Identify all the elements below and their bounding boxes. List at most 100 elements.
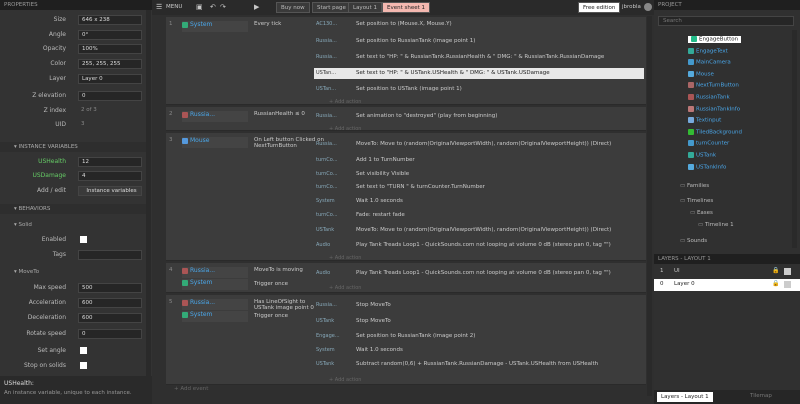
event-sheet-tab[interactable]: Event sheet 1 (382, 2, 431, 13)
menu-button[interactable]: MENU (166, 4, 182, 10)
instance-var-value[interactable]: 12 (78, 157, 142, 167)
project-scrollbar[interactable] (792, 30, 797, 248)
action-row[interactable]: Russia... Set animation to "destroyed" (p… (314, 111, 644, 122)
prop-value[interactable]: 0 (78, 91, 142, 101)
project-folder[interactable]: ▭ Sounds (680, 238, 707, 244)
project-item[interactable]: MainCamera (688, 59, 731, 66)
layer-visible-checkbox[interactable] (784, 281, 791, 288)
start-page-tab[interactable]: Start page (312, 2, 351, 13)
prop-value[interactable]: Layer 0 (78, 74, 142, 84)
enabled-checkbox[interactable] (80, 236, 87, 243)
condition-object[interactable]: System (182, 311, 248, 322)
project-item[interactable]: TiledBackground (688, 128, 742, 135)
project-search-input[interactable]: Search (658, 16, 794, 26)
action-row[interactable]: System Wait 1.0 seconds (314, 345, 644, 356)
prop-value[interactable]: 646 x 238 (78, 15, 142, 25)
project-folder[interactable]: ▭ Families (680, 183, 709, 189)
condition-object[interactable]: Mouse (182, 137, 248, 148)
action-row[interactable]: System Wait 1.0 seconds (314, 196, 644, 207)
project-folder[interactable]: ▭ Timelines (680, 198, 713, 204)
event-block[interactable]: 3 Mouse On Left button Clicked on NextTurn… (166, 133, 646, 261)
play-icon[interactable]: ▶ (254, 3, 259, 11)
project-folder[interactable]: ▭ Eases (690, 210, 713, 216)
instance-vars-header[interactable]: ▾ INSTANCE VARIABLES (0, 142, 146, 152)
prop-value[interactable]: 255, 255, 255 (78, 59, 142, 69)
action-row[interactable]: Russia... Stop MoveTo (314, 300, 644, 311)
add-action-link[interactable]: + Add action (329, 126, 361, 132)
project-item[interactable]: Textinput (688, 117, 721, 124)
save-icon[interactable]: ▣ (196, 3, 203, 11)
project-item[interactable]: Mouse (688, 70, 714, 77)
condition-object[interactable]: Russia... (182, 111, 248, 122)
moveto-prop-value[interactable]: 0 (78, 329, 142, 339)
free-edition-badge[interactable]: Free edition (578, 2, 621, 13)
lock-icon[interactable]: 🔒 (772, 280, 779, 287)
undo-icon[interactable]: ↶ (210, 3, 216, 11)
event-block[interactable]: 2 Russia... RussianHealth ≤ 0 Russia... Set … (166, 107, 646, 132)
condition-object[interactable]: Russia... (182, 267, 248, 278)
layer-row[interactable]: 0 Layer 0 🔒 (654, 279, 800, 291)
action-row[interactable]: USTank MoveTo: Move to (random(OriginalVi… (314, 225, 644, 236)
project-folder[interactable]: ▭ Timeline 1 (698, 222, 734, 228)
solid-behavior-header[interactable]: ▾ Solid (0, 220, 146, 230)
condition-object[interactable]: System (182, 279, 248, 290)
add-action-link[interactable]: + Add action (329, 255, 361, 261)
action-row[interactable]: AC130... Set position to (Mouse.X, Mouse.… (314, 19, 644, 30)
project-item[interactable]: USTank (688, 152, 716, 159)
layout-tab[interactable]: Layout 1 (348, 2, 382, 13)
action-row[interactable]: turnCo... Set text to "TURN " & turnCount… (314, 182, 644, 193)
moveto-prop-value[interactable]: 500 (78, 283, 142, 293)
stop-on-solids-checkbox[interactable] (80, 362, 87, 369)
add-action-link[interactable]: + Add action (329, 285, 361, 291)
project-item[interactable]: EngageButton (688, 36, 742, 43)
project-item[interactable]: NextTurnButton (688, 82, 739, 89)
add-action-link[interactable]: + Add action (329, 99, 361, 105)
condition-object[interactable]: System (182, 21, 248, 32)
set-angle-checkbox[interactable] (80, 347, 87, 354)
layer-visible-checkbox[interactable] (784, 268, 791, 275)
moveto-prop-value[interactable]: 600 (78, 298, 142, 308)
buy-now-button[interactable]: Buy now (276, 2, 310, 13)
event-block[interactable]: 5 Russia... Has LineOfSight to USTank imag… (166, 295, 646, 385)
action-row[interactable]: USTan... Set text to "HP: " & USTank.USHe… (314, 68, 644, 79)
lock-icon[interactable]: 🔒 (772, 267, 779, 274)
action-row[interactable]: turnCo... Set visibility Visible (314, 169, 644, 180)
event-block[interactable]: 1 System Every tick AC130... Set position to… (166, 17, 646, 105)
project-item[interactable]: EngageText (688, 47, 728, 54)
project-item[interactable]: RussianTankInfo (688, 105, 740, 112)
behaviors-header[interactable]: ▾ BEHAVIORS (0, 204, 146, 214)
tilemap-tab[interactable]: Tilemap (750, 393, 772, 399)
layer-row[interactable]: 1 UI 🔒 (654, 266, 800, 278)
tags-input[interactable] (78, 250, 142, 260)
prop-value[interactable]: 0° (78, 30, 142, 40)
action-row[interactable]: Engage... Set position to RussianTank (im… (314, 331, 644, 342)
instance-var-value[interactable]: 4 (78, 171, 142, 181)
action-row[interactable]: Audio Play Tank Treads Loop1 - QuickSound… (314, 240, 644, 251)
event-scrollbar[interactable] (647, 16, 652, 396)
project-item[interactable]: RussianTank (688, 94, 730, 101)
menu-icon[interactable]: ☰ (156, 3, 162, 11)
event-block[interactable]: 4 Russia... MoveTo is moving System Trigger … (166, 263, 646, 293)
add-event-link[interactable]: + Add event (174, 386, 208, 392)
instance-vars-button[interactable]: Instance variables (78, 186, 142, 196)
add-action-link[interactable]: + Add action (329, 377, 361, 383)
action-row[interactable]: USTan... Set position to USTank (image po… (314, 84, 644, 95)
moveto-prop-value[interactable]: 600 (78, 313, 142, 323)
condition-text[interactable]: Trigger once (254, 281, 288, 287)
project-item[interactable]: turnCounter (688, 140, 729, 147)
action-row[interactable]: turnCo... Fade: restart fade (314, 210, 644, 221)
action-row[interactable]: Russia... Set position to RussianTank (im… (314, 36, 644, 47)
user-name[interactable]: jbrobla (622, 4, 641, 10)
action-row[interactable]: turnCo... Add 1 to TurnNumber (314, 155, 644, 166)
action-row[interactable]: Russia... Set text to "HP: " & RussianTan… (314, 52, 644, 63)
layers-tab[interactable]: Layers - Layout 1 (657, 392, 713, 402)
redo-icon[interactable]: ↷ (220, 3, 226, 11)
condition-text[interactable]: Trigger once (254, 313, 288, 319)
condition-object[interactable]: Russia... (182, 299, 248, 310)
action-row[interactable]: Audio Play Tank Treads Loop1 - QuickSound… (314, 268, 644, 279)
action-row[interactable]: USTank Subtract random(0,6) + RussianTank… (314, 359, 644, 370)
prop-value[interactable]: 100% (78, 44, 142, 54)
project-item[interactable]: USTankInfo (688, 163, 726, 170)
action-row[interactable]: USTank Stop MoveTo (314, 316, 644, 327)
avatar[interactable] (644, 3, 652, 11)
